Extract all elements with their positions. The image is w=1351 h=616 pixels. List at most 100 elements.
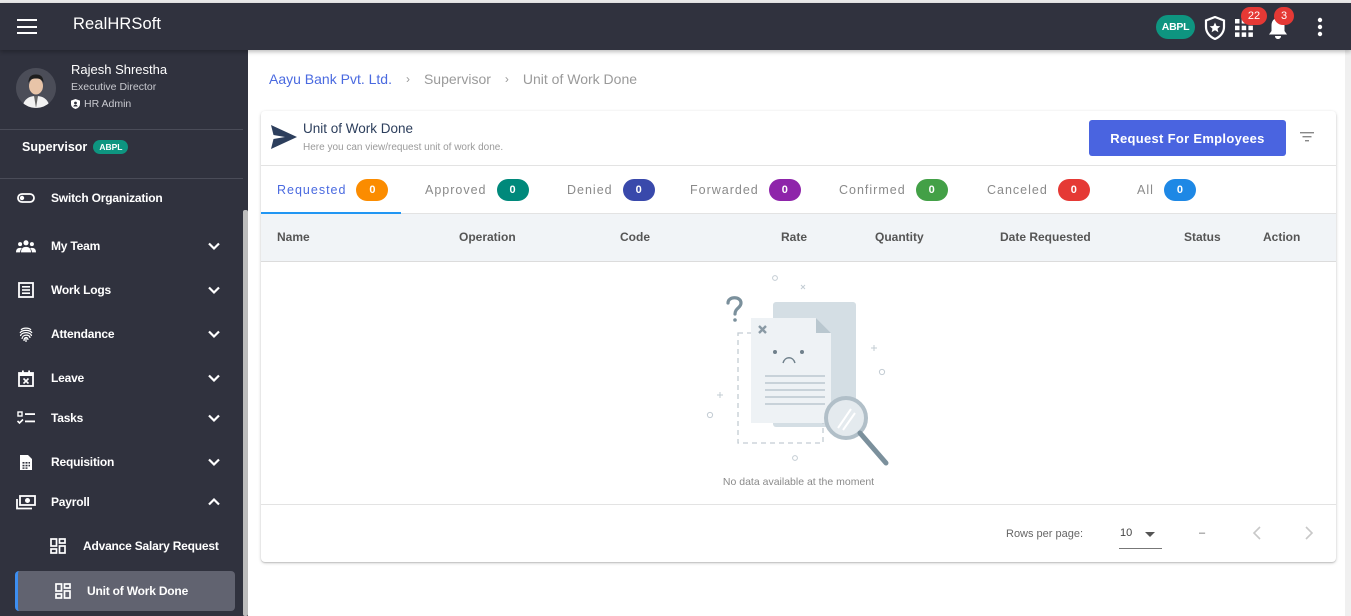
previous-page-button[interactable] (1248, 523, 1268, 543)
app-bar: RealHRSoft ABPL 22 3 (0, 3, 1351, 50)
card-header: Unit of Work Done Here you can view/requ… (261, 111, 1336, 166)
shield-star-button[interactable] (1204, 15, 1226, 44)
column-header-quantity[interactable]: Quantity (875, 230, 924, 244)
next-page-button[interactable] (1298, 523, 1318, 543)
status-tabs: Requested 0 Approved 0 Denied 0 Forwarde… (261, 166, 1336, 214)
apps-badge: 22 (1241, 7, 1267, 25)
money-icon (16, 492, 36, 512)
breadcrumb-separator: › (504, 72, 509, 86)
context-role-label: Supervisor (22, 140, 88, 154)
tab-requested[interactable]: Requested 0 (277, 166, 389, 214)
tab-approved[interactable]: Approved 0 (425, 166, 529, 214)
sidebar-item-attendance[interactable]: Attendance (0, 316, 240, 352)
avatar[interactable] (16, 68, 56, 108)
user-name: Rajesh Shrestha (71, 62, 168, 77)
request-for-employees-button[interactable]: Request For Employees (1089, 120, 1286, 156)
sidebar-item-switch-organization[interactable]: Switch Organization (0, 180, 240, 216)
organization-chip[interactable]: ABPL (1156, 15, 1195, 39)
notifications-badge: 3 (1274, 7, 1294, 25)
card-title: Unit of Work Done (303, 121, 414, 136)
tab-forwarded[interactable]: Forwarded 0 (690, 166, 801, 214)
column-header-action[interactable]: Action (1263, 230, 1300, 244)
chevron-down-icon (208, 374, 220, 383)
sidebar-item-label: Unit of Work Done (87, 584, 189, 598)
tab-confirmed[interactable]: Confirmed 0 (839, 166, 948, 214)
context-org-chip: ABPL (93, 140, 129, 154)
tab-label: Canceled (987, 183, 1048, 197)
context-role: Supervisor ABPL (22, 140, 129, 154)
breadcrumb-current: Unit of Work Done (522, 71, 638, 87)
page-range: – (1199, 527, 1206, 539)
shield-user-icon (71, 99, 80, 109)
breadcrumb-supervisor[interactable]: Supervisor (424, 71, 491, 87)
hamburger-icon-line (17, 32, 37, 34)
tab-label: Requested (277, 183, 347, 197)
chevron-down-icon (208, 242, 220, 251)
rows-per-page-label: Rows per page: (1006, 528, 1084, 540)
user-role: HR Admin (71, 98, 131, 110)
no-data-illustration-icon (706, 275, 889, 466)
card-subtitle: Here you can view/request unit of work d… (303, 142, 504, 153)
sidebar-item-label: Leave (51, 371, 85, 385)
column-header-status[interactable]: Status (1184, 230, 1221, 244)
document-icon (16, 452, 36, 472)
sidebar-item-work-logs[interactable]: Work Logs (0, 272, 240, 308)
column-header-code[interactable]: Code (620, 230, 650, 244)
column-header-date-requested[interactable]: Date Requested (1000, 230, 1091, 244)
team-icon (16, 236, 36, 256)
hamburger-icon-line (17, 19, 37, 21)
unit-of-work-done-card: Unit of Work Done Here you can view/requ… (261, 111, 1336, 562)
sidebar-item-label: Advance Salary Request (83, 539, 219, 553)
chevron-up-icon (208, 497, 220, 506)
tab-label: Approved (425, 183, 487, 197)
column-header-rate[interactable]: Rate (781, 230, 807, 244)
main-content: Aayu Bank Pvt. Ltd. › Supervisor › Unit … (248, 50, 1345, 616)
sidebar-item-label: Switch Organization (51, 191, 163, 205)
dropdown-arrow-icon (1145, 532, 1155, 537)
tab-canceled[interactable]: Canceled 0 (987, 166, 1090, 214)
tab-count-badge: 0 (1057, 179, 1090, 201)
sidebar-item-my-team[interactable]: My Team (0, 228, 240, 264)
sidebar: Rajesh Shrestha Executive Director HR Ad… (0, 50, 248, 616)
app-title[interactable]: RealHRSoft (73, 15, 161, 34)
send-icon (271, 125, 297, 149)
hamburger-icon-line (17, 25, 37, 28)
rows-per-page-select[interactable]: 10 (1119, 521, 1162, 549)
sidebar-item-label: Work Logs (51, 283, 111, 297)
table-pagination: Rows per page: 10 – (261, 504, 1336, 562)
sidebar-subitem-advance-salary-request[interactable]: Advance Salary Request (0, 528, 240, 564)
more-vert-icon (1317, 17, 1323, 37)
column-header-name[interactable]: Name (277, 230, 310, 244)
breadcrumb-separator: › (405, 72, 410, 86)
tab-denied[interactable]: Denied 0 (567, 166, 655, 214)
sidebar-item-tasks[interactable]: Tasks (0, 400, 240, 436)
column-header-operation[interactable]: Operation (459, 230, 516, 244)
chevron-down-icon (208, 330, 220, 339)
sidebar-item-requisition[interactable]: Requisition (0, 444, 240, 480)
sidebar-subitem-unit-of-work-done[interactable]: Unit of Work Done (15, 571, 235, 611)
menu-toggle-button[interactable] (17, 19, 37, 34)
sidebar-item-payroll[interactable]: Payroll (0, 484, 240, 520)
page-scrollbar[interactable] (1345, 50, 1351, 616)
tab-label: Confirmed (839, 183, 906, 197)
user-role-label: HR Admin (84, 98, 132, 110)
sidebar-item-leave[interactable]: Leave (0, 360, 240, 396)
filter-icon[interactable] (1300, 131, 1314, 143)
tab-count-badge: 0 (496, 179, 529, 201)
tab-count-badge: 0 (768, 179, 801, 201)
dashboard-icon (53, 581, 73, 601)
tab-label: Forwarded (690, 183, 759, 197)
table-header: Name Operation Code Rate Quantity Date R… (261, 214, 1336, 262)
checklist-icon (16, 408, 36, 428)
fingerprint-icon (16, 324, 36, 344)
user-profile[interactable]: Rajesh Shrestha Executive Director HR Ad… (0, 50, 243, 130)
more-options-button[interactable] (1314, 17, 1326, 41)
rows-per-page-value: 10 (1120, 527, 1133, 539)
tab-label: Denied (567, 183, 613, 197)
tab-all[interactable]: All 0 (1137, 166, 1196, 214)
chevron-down-icon (208, 286, 220, 295)
breadcrumb-organization-link[interactable]: Aayu Bank Pvt. Ltd. (269, 71, 392, 87)
worklog-icon (16, 280, 36, 300)
user-photo-icon (16, 68, 56, 108)
sidebar-item-label: Attendance (51, 327, 115, 341)
